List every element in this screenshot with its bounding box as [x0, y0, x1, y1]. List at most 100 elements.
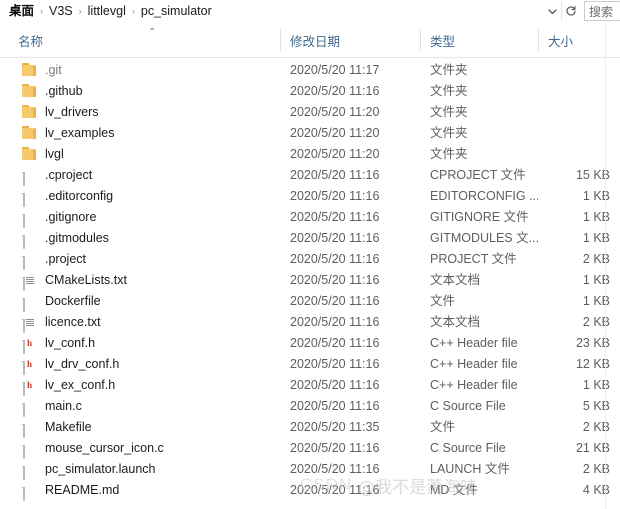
table-row[interactable]: .github 2020/5/20 11:16 文件夹: [0, 81, 620, 102]
file-date-cell: 2020/5/20 11:16: [290, 189, 380, 203]
file-list[interactable]: .git 2020/5/20 11:17 文件夹 .github 2020/5/20 1…: [0, 58, 620, 509]
column-header-size[interactable]: 大小: [538, 22, 620, 58]
column-header-size-label: 大小: [548, 34, 574, 49]
file-size-cell: 2 KB: [582, 315, 610, 329]
file-name-cell[interactable]: h lv_conf.h: [22, 333, 280, 354]
breadcrumb-item-v3s[interactable]: V3S: [48, 0, 74, 22]
file-name-label: licence.txt: [45, 315, 101, 329]
file-size-cell: 2 KB: [582, 420, 610, 434]
table-row[interactable]: README.md 2020/5/20 11:16 MD 文件 4 KB: [0, 480, 620, 501]
file-date-cell: 2020/5/20 11:16: [290, 378, 380, 392]
file-name-cell[interactable]: Makefile: [22, 417, 280, 438]
file-name-label: CMakeLists.txt: [45, 273, 127, 287]
file-name-label: .github: [45, 84, 83, 98]
table-row[interactable]: Dockerfile 2020/5/20 11:16 文件 1 KB: [0, 291, 620, 312]
file-type-cell: C++ Header file: [430, 378, 518, 392]
table-row[interactable]: licence.txt 2020/5/20 11:16 文本文档 2 KB: [0, 312, 620, 333]
file-icon: [22, 481, 38, 501]
file-type-cell: C++ Header file: [430, 357, 518, 371]
file-name-label: .gitmodules: [45, 231, 109, 245]
refresh-icon[interactable]: [561, 1, 579, 21]
file-size-cell: 2 KB: [582, 252, 610, 266]
column-header-type-label: 类型: [430, 34, 456, 49]
table-row[interactable]: main.c 2020/5/20 11:16 C Source File 5 KB: [0, 396, 620, 417]
file-type-cell: 文件夹: [430, 105, 468, 119]
column-header-name-label: 名称: [18, 34, 44, 49]
file-type-cell: 文本文档: [430, 315, 481, 329]
table-row[interactable]: h lv_drv_conf.h 2020/5/20 11:16 C++ Header …: [0, 354, 620, 375]
file-date-cell: 2020/5/20 11:16: [290, 315, 380, 329]
breadcrumb-item-littlevgl[interactable]: littlevgl: [87, 0, 127, 22]
file-icon: [22, 229, 38, 249]
table-row[interactable]: .project 2020/5/20 11:16 PROJECT 文件 2 KB: [0, 249, 620, 270]
breadcrumb-separator: ›: [78, 6, 82, 16]
file-type-cell: C Source File: [430, 399, 506, 413]
table-row[interactable]: .gitignore 2020/5/20 11:16 GITIGNORE 文件 1 K…: [0, 207, 620, 228]
chevron-down-icon[interactable]: [543, 1, 561, 21]
file-name-label: lv_drv_conf.h: [45, 357, 120, 371]
column-header-name[interactable]: 名称: [8, 22, 280, 58]
file-size-cell: 12 KB: [575, 357, 610, 371]
table-row[interactable]: .git 2020/5/20 11:17 文件夹: [0, 60, 620, 81]
file-name-cell[interactable]: h lv_drv_conf.h: [22, 354, 280, 375]
file-date-cell: 2020/5/20 11:16: [290, 273, 380, 287]
table-row[interactable]: CMakeLists.txt 2020/5/20 11:16 文本文档 1 KB: [0, 270, 620, 291]
file-name-cell[interactable]: licence.txt: [22, 312, 280, 333]
file-name-label: Makefile: [45, 420, 92, 434]
breadcrumb[interactable]: 桌面 › V3S › littlevgl › pc_simulator: [8, 0, 543, 22]
file-name-cell[interactable]: .editorconfig: [22, 186, 280, 207]
table-row[interactable]: h lv_ex_conf.h 2020/5/20 11:16 C++ Header f…: [0, 375, 620, 396]
file-name-cell[interactable]: .project: [22, 249, 280, 270]
file-size-cell: 21 KB: [575, 441, 610, 455]
table-row[interactable]: lv_drivers 2020/5/20 11:20 文件夹: [0, 102, 620, 123]
breadcrumb-item-pc-simulator[interactable]: pc_simulator: [140, 0, 213, 22]
table-row[interactable]: lv_examples 2020/5/20 11:20 文件夹: [0, 123, 620, 144]
file-name-cell[interactable]: lv_drivers: [22, 102, 280, 123]
breadcrumb-item-desktop[interactable]: 桌面: [8, 0, 35, 22]
file-name-label: Dockerfile: [45, 294, 101, 308]
file-date-cell: 2020/5/20 11:20: [290, 105, 380, 119]
file-date-cell: 2020/5/20 11:16: [290, 168, 380, 182]
file-type-cell: PROJECT 文件: [430, 252, 517, 266]
file-name-cell[interactable]: .github: [22, 81, 280, 102]
file-name-cell[interactable]: pc_simulator.launch: [22, 459, 280, 480]
file-name-cell[interactable]: README.md: [22, 480, 280, 501]
file-name-cell[interactable]: .cproject: [22, 165, 280, 186]
file-name-cell[interactable]: mouse_cursor_icon.c: [22, 438, 280, 459]
table-row[interactable]: .editorconfig 2020/5/20 11:16 EDITORCONFIG…: [0, 186, 620, 207]
file-name-cell[interactable]: lv_examples: [22, 123, 280, 144]
table-row[interactable]: .cproject 2020/5/20 11:16 CPROJECT 文件 15 KB: [0, 165, 620, 186]
file-date-cell: 2020/5/20 11:16: [290, 483, 380, 497]
column-header-date[interactable]: 修改日期: [280, 22, 420, 58]
text-file-icon: [22, 271, 38, 291]
file-type-cell: 文件夹: [430, 147, 468, 161]
file-name-cell[interactable]: lvgl: [22, 144, 280, 165]
table-row[interactable]: mouse_cursor_icon.c 2020/5/20 11:16 C Sour…: [0, 438, 620, 459]
header-file-icon: h: [22, 355, 38, 375]
search-input[interactable]: 搜索: [584, 1, 620, 21]
file-name-cell[interactable]: .git: [22, 60, 280, 81]
file-date-cell: 2020/5/20 11:16: [290, 294, 380, 308]
table-row[interactable]: pc_simulator.launch 2020/5/20 11:16 LAUNCH…: [0, 459, 620, 480]
file-name-cell[interactable]: .gitignore: [22, 207, 280, 228]
column-header-type[interactable]: 类型: [420, 22, 538, 58]
file-date-cell: 2020/5/20 11:16: [290, 357, 380, 371]
file-name-label: .editorconfig: [45, 189, 114, 203]
table-row[interactable]: Makefile 2020/5/20 11:35 文件 2 KB: [0, 417, 620, 438]
table-row[interactable]: h lv_conf.h 2020/5/20 11:16 C++ Header file…: [0, 333, 620, 354]
breadcrumb-separator: ›: [40, 6, 44, 16]
table-row[interactable]: lvgl 2020/5/20 11:20 文件夹: [0, 144, 620, 165]
file-size-cell: 1 KB: [582, 231, 610, 245]
file-name-cell[interactable]: main.c: [22, 396, 280, 417]
file-name-label: pc_simulator.launch: [45, 462, 156, 476]
address-bar[interactable]: 桌面 › V3S › littlevgl › pc_simulator 搜索: [0, 0, 620, 22]
file-name-label: lv_examples: [45, 126, 115, 140]
table-row[interactable]: .gitmodules 2020/5/20 11:16 GITMODULES 文..…: [0, 228, 620, 249]
file-date-cell: 2020/5/20 11:35: [290, 420, 380, 434]
file-type-cell: 文本文档: [430, 273, 481, 287]
file-name-cell[interactable]: h lv_ex_conf.h: [22, 375, 280, 396]
file-name-cell[interactable]: .gitmodules: [22, 228, 280, 249]
file-name-cell[interactable]: Dockerfile: [22, 291, 280, 312]
file-name-cell[interactable]: CMakeLists.txt: [22, 270, 280, 291]
address-bar-controls: [543, 0, 579, 22]
